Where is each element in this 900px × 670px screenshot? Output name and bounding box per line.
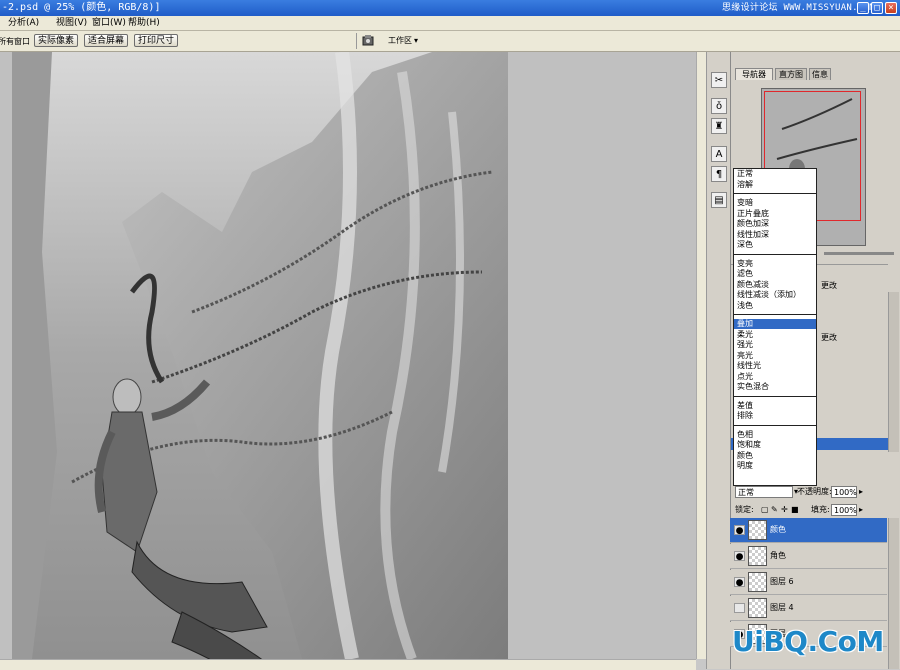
blend-mode-item[interactable]: 柔光 [737, 330, 753, 340]
layer-thumbnail [748, 572, 767, 592]
lock-position-icon[interactable]: ✛ [781, 504, 788, 515]
blend-mode-item[interactable]: 色相 [737, 430, 753, 440]
opacity-input[interactable]: 100% [831, 486, 857, 498]
opacity-label: 不透明度: [797, 487, 832, 496]
print-size-button[interactable]: 打印尺寸 [134, 34, 178, 47]
blend-mode-item[interactable]: 线性减淡（添加） [737, 290, 801, 300]
menu-separator [734, 193, 816, 194]
paragraph-icon[interactable]: ¶ [711, 166, 727, 182]
blend-mode-item[interactable]: 排除 [737, 411, 753, 421]
all-windows-label[interactable]: 所有窗口 [0, 36, 30, 47]
artwork-image [12, 52, 508, 659]
layer-name: 角色 [770, 551, 786, 560]
menu-analysis[interactable]: 分析(A) [8, 17, 39, 29]
maximize-button[interactable]: □ [871, 2, 883, 14]
blend-mode-item[interactable]: 差值 [737, 401, 753, 411]
layer-row[interactable]: 图层 4 [730, 596, 887, 621]
site-logo: UiBQ.CoM [732, 625, 884, 658]
blend-mode-item[interactable]: 滤色 [737, 269, 753, 279]
blend-mode-item[interactable]: 叠加 [734, 319, 816, 329]
tools-icon[interactable]: ✂ [711, 72, 727, 88]
file-browser-icon[interactable] [362, 35, 376, 46]
history-scrollbar[interactable] [888, 292, 899, 452]
blend-mode-item[interactable]: 颜色 [737, 451, 753, 461]
menu-separator [734, 424, 816, 426]
blend-mode-item[interactable]: 饱和度 [737, 440, 761, 450]
menu-separator [734, 314, 816, 315]
lock-transparent-icon[interactable]: ▢ [761, 504, 769, 515]
layer-thumbnail [748, 598, 767, 618]
character-icon[interactable]: A [711, 146, 727, 162]
tab-info[interactable]: 信息 [809, 68, 831, 80]
blend-mode-item[interactable]: 正片叠底 [737, 209, 769, 219]
blend-mode-item[interactable]: 线性加深 [737, 230, 769, 240]
tab-histogram[interactable]: 直方图 [775, 68, 807, 80]
tab-navigator[interactable]: 导航器 [735, 68, 773, 80]
menu-help[interactable]: 帮助(H) [128, 17, 160, 29]
window-title: -2.psd @ 25% (颜色, RGB/8)] [2, 2, 161, 13]
brush-icon[interactable]: ǒ [711, 98, 727, 114]
canvas[interactable] [12, 52, 508, 659]
chevron-down-icon: ▾ [414, 36, 419, 45]
options-bar: 所有窗口 实际像素 适合屏幕 打印尺寸 工作区 ▾ [0, 31, 900, 52]
blend-mode-item[interactable]: 深色 [737, 240, 753, 250]
eye-icon[interactable]: ● [734, 551, 745, 562]
lock-all-icon[interactable]: ■ [791, 504, 799, 515]
layer-row[interactable]: ● 颜色 [730, 518, 887, 543]
menu-separator [734, 395, 816, 397]
blend-mode-item[interactable]: 强光 [737, 340, 753, 350]
layer-name: 颜色 [770, 525, 786, 534]
blend-mode-item[interactable]: 变暗 [737, 198, 753, 208]
eye-icon[interactable]: ● [734, 525, 745, 536]
workspace-menu[interactable]: 工作区 [388, 35, 412, 46]
layer-thumbnail [748, 546, 767, 566]
title-bar: -2.psd @ 25% (颜色, RGB/8)] 思缘设计论坛 WWW.MIS… [0, 0, 900, 16]
blend-mode-item[interactable]: 明度 [737, 461, 753, 471]
history-line: 更改 [821, 281, 837, 290]
chevron-right-icon[interactable]: ▸ [859, 504, 863, 515]
blend-mode-select[interactable]: 正常 [735, 486, 793, 498]
fill-input[interactable]: 100% [831, 504, 857, 516]
zoom-slider[interactable] [824, 252, 894, 255]
minimize-button[interactable]: _ [857, 2, 869, 14]
blend-mode-item[interactable]: 实色混合 [737, 382, 769, 392]
menu-separator [734, 253, 816, 255]
blend-mode-item[interactable]: 点光 [737, 372, 753, 382]
layer-thumbnail [748, 520, 767, 540]
blend-mode-item[interactable]: 变亮 [737, 259, 753, 269]
menu-bar: 分析(A) 视图(V) 窗口(W) 帮助(H) [0, 16, 900, 31]
blend-mode-item[interactable]: 线性光 [737, 361, 761, 371]
layer-name: 图层 4 [770, 603, 794, 612]
menu-window[interactable]: 窗口(W) [92, 17, 126, 29]
panel-dock: ✂ ǒ ♜ A ¶ ▤ [706, 52, 731, 669]
chevron-right-icon[interactable]: ▸ [859, 486, 863, 497]
divider [356, 33, 357, 49]
fill-label: 填充: [811, 505, 830, 514]
blend-mode-item[interactable]: 溶解 [737, 180, 753, 190]
eye-icon[interactable]: ● [734, 577, 745, 588]
layer-row[interactable]: ● 图层 6 [730, 570, 887, 595]
layer-name: 图层 6 [770, 577, 794, 586]
blend-mode-menu[interactable]: 正常 溶解变暗 正片叠底 颜色加深 线性加深 深色变亮 滤色 颜色减淡 线性减淡（添加） 浅色叠加… [733, 168, 817, 486]
visibility-toggle[interactable] [734, 603, 745, 613]
blend-mode-item[interactable]: 颜色减淡 [737, 280, 769, 290]
document-area[interactable] [0, 52, 696, 659]
clone-stamp-icon[interactable]: ♜ [711, 118, 727, 134]
watermark-text: 思缘设计论坛 WWW.MISSYUAN.COM [722, 3, 876, 13]
fit-screen-button[interactable]: 适合屏幕 [84, 34, 128, 47]
history-line: 更改 [821, 333, 837, 342]
blend-mode-item[interactable]: 浅色 [737, 301, 753, 311]
blend-mode-item[interactable]: 正常 [737, 169, 753, 179]
actual-pixels-button[interactable]: 实际像素 [34, 34, 78, 47]
layer-comps-icon[interactable]: ▤ [711, 192, 727, 208]
close-button[interactable]: × [885, 2, 897, 14]
blend-mode-item[interactable]: 亮光 [737, 351, 753, 361]
menu-view[interactable]: 视图(V) [56, 17, 87, 29]
blend-mode-item[interactable]: 颜色加深 [737, 219, 769, 229]
layers-scrollbar[interactable] [888, 518, 899, 669]
lock-label: 锁定: [735, 505, 754, 514]
layer-row[interactable]: ● 角色 [730, 544, 887, 569]
horizontal-scrollbar[interactable] [0, 659, 696, 670]
lock-image-icon[interactable]: ✎ [771, 504, 778, 515]
